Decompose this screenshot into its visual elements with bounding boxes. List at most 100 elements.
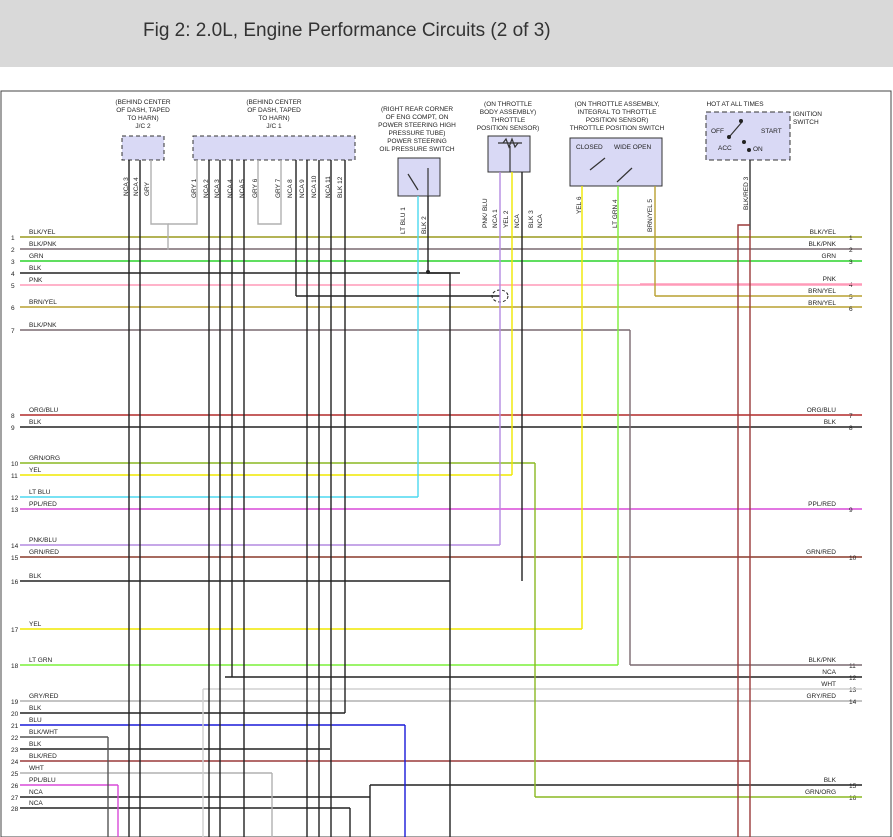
row-number: 5	[11, 283, 15, 290]
jc1-label: OF DASH, TAPED	[247, 107, 301, 114]
right-row-number: 15	[849, 783, 857, 790]
row-number: 9	[11, 425, 15, 432]
row-wire-label: ORG/BLU	[29, 407, 59, 414]
ps-switch-box	[397, 157, 441, 197]
connector-pin-label: LT BLU 1	[400, 207, 407, 234]
row-number: 7	[11, 328, 15, 335]
connector-pin-label: NCA 5	[239, 179, 246, 198]
tpsw-label: POSITION SENSOR)	[586, 117, 648, 124]
wiring-diagram: (BEHIND CENTEROF DASH, TAPEDTO HARN)J/C …	[0, 90, 892, 837]
tpsw-label: (ON THROTTLE ASSEMBLY,	[575, 101, 660, 108]
jc2-label: TO HARN)	[127, 115, 158, 122]
row-wire-label: BLK	[29, 705, 42, 712]
row-wire-label: BLK	[29, 419, 42, 426]
connector-pin-label: BLK 3	[528, 210, 535, 228]
row-number: 1	[11, 235, 15, 242]
jc1-label: (BEHIND CENTER	[246, 99, 302, 106]
row-number: 23	[11, 747, 19, 754]
jc1-label: J/C 1	[266, 123, 282, 130]
right-row-number: 13	[849, 687, 857, 694]
tps-label: BODY ASSEMBLY)	[480, 109, 536, 116]
right-wire-label: GRN/RED	[806, 549, 836, 556]
row-wire-label: GRN/ORG	[29, 455, 60, 462]
tpsw-label: THROTTLE POSITION SWITCH	[570, 125, 665, 132]
row-wire-label: BLK/PNK	[29, 322, 57, 329]
tps-label: (ON THROTTLE	[484, 101, 533, 108]
row-wire-label: PPL/RED	[29, 501, 57, 508]
row-wire-label: NCA	[29, 800, 43, 807]
connector-pin-label: BLK 2	[421, 216, 428, 234]
row-wire-label: BLK/YEL	[29, 229, 56, 236]
row-wire-label: BLK/PNK	[29, 241, 57, 248]
connector-pin-label: NCA 8	[287, 179, 294, 198]
row-wire-label: PNK	[29, 277, 43, 284]
row-number: 8	[11, 413, 15, 420]
row-wire-label: LT GRN	[29, 657, 53, 664]
row-wire-label: GRY/RED	[29, 693, 59, 700]
right-row-number: 7	[849, 413, 853, 420]
right-wire-label: BLK/PNK	[809, 657, 837, 664]
row-number: 12	[11, 495, 19, 502]
ps-label: OIL PRESSURE SWITCH	[379, 146, 455, 153]
row-wire-label: PNK/BLU	[29, 537, 57, 544]
row-wire-label: LT BLU	[29, 489, 51, 496]
row-number: 18	[11, 663, 19, 670]
connector-pin-label: NCA 4	[227, 179, 234, 198]
row-number: 17	[11, 627, 19, 634]
connector-pin-label: YEL 2	[503, 210, 510, 228]
row-wire-label: BLK	[29, 573, 42, 580]
connector-pin-label: PNK/ BLU	[482, 198, 489, 228]
jc1-box	[192, 135, 356, 161]
ign-terminal	[742, 140, 746, 144]
right-wire-label: PPL/RED	[808, 501, 836, 508]
row-number: 24	[11, 759, 19, 766]
row-number: 27	[11, 795, 19, 802]
right-row-number: 16	[849, 795, 857, 802]
jc2-label: J/C 2	[135, 123, 151, 130]
row-number: 21	[11, 723, 19, 730]
right-row-number: 10	[849, 555, 857, 562]
right-row-number: 3	[849, 259, 853, 266]
row-wire-label: YEL	[29, 621, 42, 628]
connector-pin-label: BLK/RED 3	[743, 176, 750, 210]
right-row-number: 12	[849, 675, 857, 682]
ps-label: PRESSURE TUBE)	[389, 130, 446, 137]
row-number: 11	[11, 473, 18, 480]
right-wire-label: GRN/ORG	[805, 789, 836, 796]
right-wire-label: PNK	[823, 276, 837, 283]
jc1-label: TO HARN)	[258, 115, 289, 122]
tps-box	[487, 135, 531, 173]
right-wire-label: BLK	[824, 419, 837, 426]
right-wire-label: BLK/YEL	[810, 229, 837, 236]
row-number: 4	[11, 271, 15, 278]
ps-label: OF ENG COMPT, ON	[386, 114, 449, 121]
vertical-wire	[427, 196, 451, 837]
right-row-number: 9	[849, 507, 853, 514]
ps-label: POWER STEERING	[387, 138, 447, 145]
right-wire-label: WHT	[821, 681, 836, 688]
row-number: 16	[11, 579, 19, 586]
connector-pin-label: NCA 1	[492, 209, 499, 228]
right-wire-label: BRN/YEL	[808, 288, 836, 295]
tps-label: THROTTLE	[491, 117, 526, 124]
row-number: 25	[11, 771, 19, 778]
row-wire-label: BLK/WHT	[29, 729, 58, 736]
ign-terminal	[747, 148, 751, 152]
row-number: 10	[11, 461, 19, 468]
row-wire-label: BLK	[29, 265, 42, 272]
ps-label: POWER STEERING HIGH	[378, 122, 456, 129]
row-number: 20	[11, 711, 19, 718]
right-wire-label: BLK	[824, 777, 837, 784]
wire-junction	[426, 270, 430, 274]
jc2-label: (BEHIND CENTER	[115, 99, 171, 106]
right-row-number: 8	[849, 425, 853, 432]
switch-acc-label: ACC	[718, 145, 732, 152]
connector-pin-label: GRY	[144, 181, 151, 196]
row-number: 6	[11, 305, 15, 312]
row-number: 15	[11, 555, 19, 562]
right-row-number: 5	[849, 294, 853, 301]
row-wire-label: BLK/RED	[29, 753, 57, 760]
tpsw-label: INTEGRAL TO THROTTLE	[578, 109, 658, 116]
right-wire-label: GRY/RED	[807, 693, 837, 700]
connector-pin-label: NCA	[514, 214, 521, 228]
